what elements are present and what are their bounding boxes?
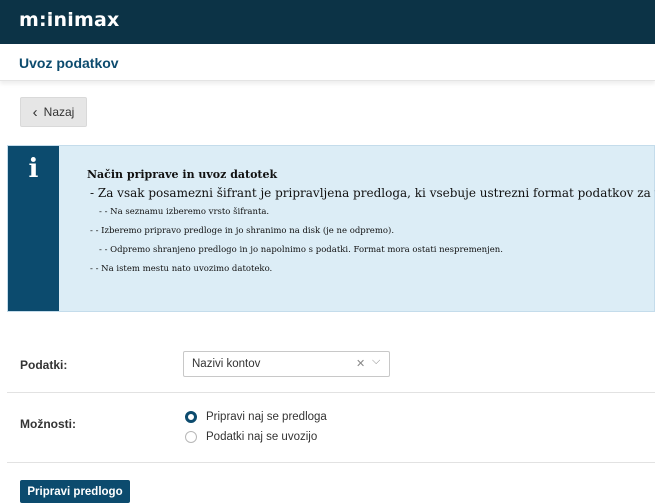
page-header: Uvoz podatkov [0, 44, 655, 81]
info-line: - - Odpremo shranjeno predlogo in jo nap… [99, 245, 503, 255]
radio-button[interactable] [185, 431, 197, 443]
divider [7, 392, 655, 393]
info-icon: i [28, 154, 39, 184]
info-line: - - Na seznamu izberemo vrsto šifranta. [99, 207, 270, 217]
data-select[interactable]: Nazivi kontov ✕ ⌵ [183, 351, 390, 377]
clear-icon[interactable]: ✕ [356, 357, 365, 370]
back-button[interactable]: ‹ Nazaj [20, 97, 87, 127]
info-line: - - Izberemo pripravo predloge in jo shr… [90, 226, 395, 236]
back-button-label: Nazaj [43, 105, 75, 119]
option-prepare-template[interactable]: Pripravi naj se predloga [185, 411, 327, 423]
top-bar: m:inimax [0, 0, 655, 44]
data-select-value: Nazivi kontov [192, 358, 261, 370]
chevron-down-icon[interactable]: ⌵ [372, 355, 380, 368]
info-box: i Način priprave in uvoz datotek - Za vs… [7, 145, 655, 312]
divider [7, 462, 655, 463]
info-line: - - Na istem mestu nato uvozimo datoteko… [90, 264, 273, 274]
options-label: Možnosti: [20, 417, 76, 431]
option-label: Pripravi naj se predloga [206, 411, 327, 423]
minimax-logo[interactable]: m:inimax [19, 9, 119, 31]
chevron-left-icon: ‹ [32, 103, 38, 121]
data-label: Podatki: [20, 358, 68, 372]
info-lead: - Za vsak posamezni šifrant je pripravlj… [90, 186, 655, 200]
info-content: Način priprave in uvoz datotek - Za vsak… [87, 168, 655, 283]
option-label: Podatki naj se uvozijo [206, 431, 318, 443]
option-import-data[interactable]: Podatki naj se uvozijo [185, 431, 317, 443]
radio-button-checked[interactable] [185, 411, 197, 423]
info-icon-bar: i [8, 146, 59, 311]
info-title: Način priprave in uvoz datotek [87, 168, 278, 181]
page-title: Uvoz podatkov [19, 55, 119, 71]
prepare-template-button[interactable]: Pripravi predlogo [20, 480, 130, 503]
